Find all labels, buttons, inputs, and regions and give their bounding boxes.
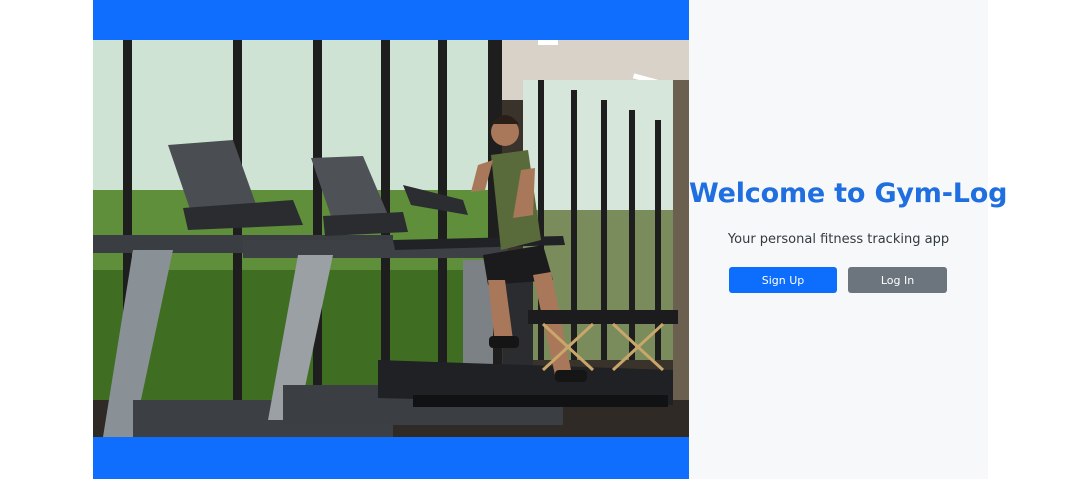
sign-up-button[interactable]: Sign Up (729, 267, 837, 293)
welcome-subtitle: Your personal fitness tracking app (727, 232, 950, 247)
welcome-panel: Welcome to Gym-Log Your personal fitness… (689, 0, 1008, 479)
log-in-button[interactable]: Log In (848, 267, 947, 293)
gym-treadmill-image (93, 40, 689, 437)
hero-panel (93, 0, 689, 479)
gym-photo-illustration (93, 40, 689, 437)
welcome-title: Welcome to Gym-Log (689, 178, 1008, 209)
